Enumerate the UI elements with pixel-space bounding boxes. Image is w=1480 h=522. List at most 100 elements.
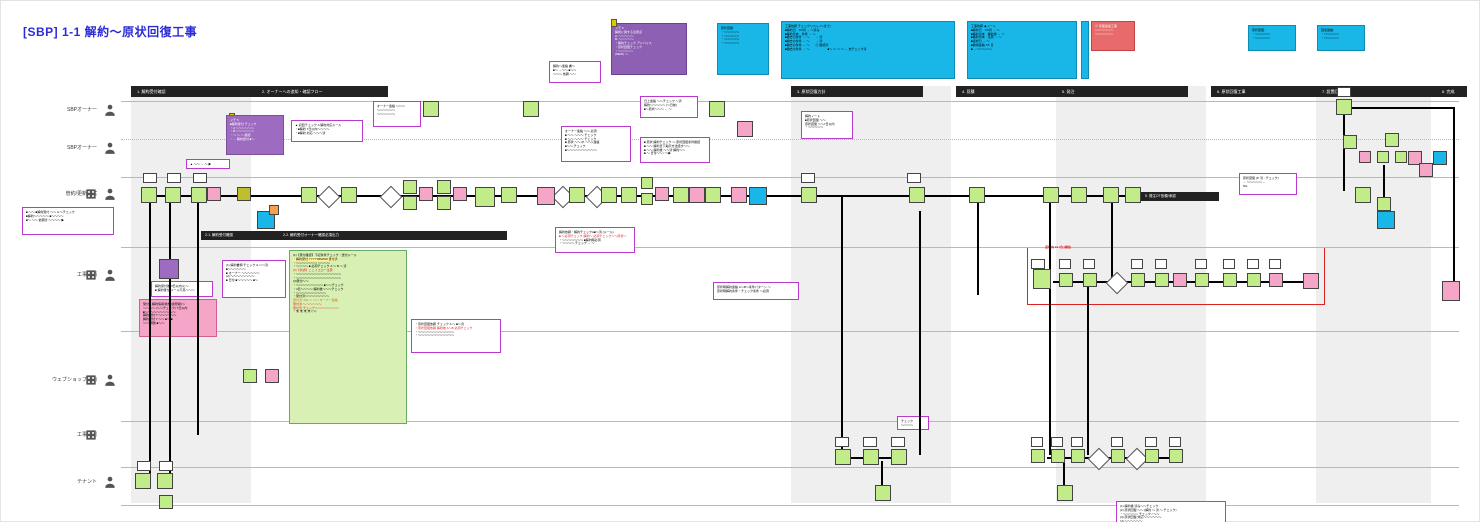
annotation-note[interactable]: 解約依頼・解約チェックA■〜済 (ルール)■ 〜必須チェック 解約〜 必須チェッ… [555,227,635,253]
task-node[interactable] [165,187,181,203]
node-label[interactable] [1247,259,1259,269]
note-card[interactable]: 工事依頼 ★ノート■解約日 XX月 → 〜■解約月末 解約後 → 〜■解約月末 … [967,21,1077,79]
node-label[interactable] [1051,437,1063,447]
task-node[interactable] [403,180,417,194]
task-node[interactable] [709,101,725,117]
node-label[interactable] [1169,437,1181,447]
annotation-note[interactable]: ■ 原状:解約チェック 〜 原状回復条件確認■ 〜〜 解約日下掲示方法話す〜〜■… [640,137,710,163]
task-node[interactable] [1051,449,1065,463]
node-label[interactable] [1111,437,1123,447]
node-label[interactable] [167,173,181,183]
node-label[interactable] [863,437,877,447]
task-node-alt[interactable] [737,121,753,137]
task-node[interactable] [1247,273,1261,287]
task-node-alt[interactable] [265,369,279,383]
node-label[interactable] [1155,259,1167,269]
node-label[interactable] [835,437,849,447]
task-node[interactable] [1043,187,1059,203]
task-node[interactable] [1071,187,1087,203]
task-node[interactable] [1355,187,1371,203]
node-label[interactable] [1083,259,1095,269]
annotation-note[interactable]: ▲ 〜〜 → 〜 ▶ [186,159,230,169]
task-node[interactable] [1145,449,1159,463]
annotation-note[interactable]: ■ 〜〜 ■解約受付 〜〜 A.〜チェック■解約〜〜〜〜〜 ■〜〜〜〜■〜 〜〜… [22,207,114,235]
node-label[interactable] [159,461,173,471]
task-node[interactable] [621,187,637,203]
node-label[interactable] [1031,259,1045,269]
node-label[interactable] [1031,437,1043,447]
annotation-note[interactable]: 解約〜連絡 書〜■〜 →〜〜 ■〜〜〜〜〜 依頼 〜〜 [549,61,601,83]
node-label[interactable] [801,173,815,183]
task-node[interactable] [1343,135,1357,149]
annotation-note[interactable]: 原状回復 (P. 済 : チェック)→ 〜〜〜〜〜 ←NG [1239,173,1297,195]
task-node-alt[interactable] [689,187,705,203]
task-node-alt[interactable] [419,187,433,201]
task-node-alt[interactable] [1419,163,1433,177]
task-node[interactable] [157,473,173,489]
task-node[interactable] [969,187,985,203]
diagram-canvas[interactable]: [SBP] 1-1 解約〜原状回復工事 1. 解約受付確認2. オーナーへの追知… [0,0,1480,522]
task-node[interactable] [191,187,207,203]
task-node-alt[interactable] [453,187,467,201]
task-node[interactable] [341,187,357,203]
annotation-note[interactable]: 原状時解約連絡 A〜B〜条件パターン 〜原状時解約条件・チェック条件 〜必須 [713,282,799,300]
reference-node[interactable] [159,259,179,279]
task-node-alt[interactable] [1269,273,1283,287]
task-node[interactable] [1031,449,1045,463]
task-node[interactable] [403,196,417,210]
task-node[interactable] [1071,449,1085,463]
task-node[interactable] [569,187,585,203]
task-node[interactable] [1223,273,1237,287]
node-label[interactable] [1269,259,1281,269]
note-card[interactable] [1081,21,1089,79]
annotation-note[interactable]: メモ 5■解約受付 チェック・A:〜〜〜〜〜〜・B:〜〜〜〜〜〜・〜 〜 〜 確… [226,115,284,155]
task-node[interactable] [801,187,817,203]
node-label[interactable] [137,461,151,471]
task-node[interactable] [909,187,925,203]
note-card[interactable]: 原状回復:・〜〜〜〜〜・〜〜〜〜〜・〜〜〜〜〜・〜〜〜〜〜 [717,23,769,75]
task-node[interactable] [423,101,439,117]
note-card[interactable]: メモ 6解約に関する注意点A: 〜〜〜〜〜B: 〜〜〜〜〜・解約チェック アドバ… [611,23,687,75]
task-node[interactable] [1385,133,1399,147]
note-card[interactable]: 工事依頼 チェックリスト (〜まで)■解約日 XX月 → 〜済み■解約月末 条件… [781,21,955,79]
task-node-alt[interactable] [537,187,555,205]
task-node[interactable] [1195,273,1209,287]
annotation-note[interactable]: チェック〜〜〜〜 [897,416,929,430]
node-label[interactable] [1195,259,1207,269]
node-label[interactable] [193,173,207,183]
annotation-note[interactable]: 受付内 19 ゼロ報告 [1042,243,1270,253]
task-node[interactable] [135,473,151,489]
annotation-note[interactable]: (1) 解約書類 チェック A.〜〜済■〜〜〜〜〜〜■ オーナー 〜〜〜〜〜〜(… [222,260,286,298]
note-card[interactable]: 原状回復:・〜〜〜〜〜・〜〜〜〜〜 [1248,25,1296,51]
task-node[interactable] [1057,485,1073,501]
task-node[interactable] [705,187,721,203]
node-label[interactable] [1131,259,1143,269]
task-node-alt[interactable] [1303,273,1319,289]
task-node-alt[interactable] [1359,151,1371,163]
task-node[interactable] [243,369,257,383]
note-card[interactable]: 回収連絡:・〜〜〜〜〜・〜〜〜〜〜 [1317,25,1365,51]
system-node[interactable] [749,187,767,205]
task-node-alt[interactable] [655,187,669,201]
task-node[interactable] [641,193,653,205]
task-node[interactable] [141,187,157,203]
task-node[interactable] [1336,99,1352,115]
task-node[interactable] [673,187,689,203]
task-node[interactable] [1155,273,1169,287]
task-node[interactable] [863,449,879,465]
task-node[interactable] [437,196,451,210]
task-node-alt[interactable] [207,187,221,201]
task-node[interactable] [1377,151,1389,163]
task-node[interactable] [475,187,495,207]
task-node[interactable] [641,177,653,189]
node-label[interactable] [1059,259,1071,269]
annotation-note[interactable]: オーナー連絡 〜〜 必須■ 〜〜 〜〜〜 チェック■ 〜〜 〜〜〜 チェック■ … [561,126,631,162]
note-card[interactable]: ※ 原復追加工事〜〜〜〜〜〜〜〜〜〜〜〜 [1091,21,1135,51]
decision-gateway[interactable] [380,186,403,209]
alert-node[interactable] [269,205,279,215]
task-node[interactable] [1083,273,1097,287]
annotation-note[interactable]: (1) 解約後:済み〜〜チェック(2) 原状回復:〜〜 (解約 〜 済 〜 チェ… [1116,501,1226,522]
node-label[interactable] [1337,87,1351,97]
annotation-note[interactable]: (1)【受付確認】下記条件チェック・送付ルール・解約受付 YYYY/MM/DD … [289,250,407,424]
annotation-note[interactable]: オーナー連絡 〜〜〜〜〜〜〜〜〜〜〜〜〜〜〜 [373,101,421,127]
